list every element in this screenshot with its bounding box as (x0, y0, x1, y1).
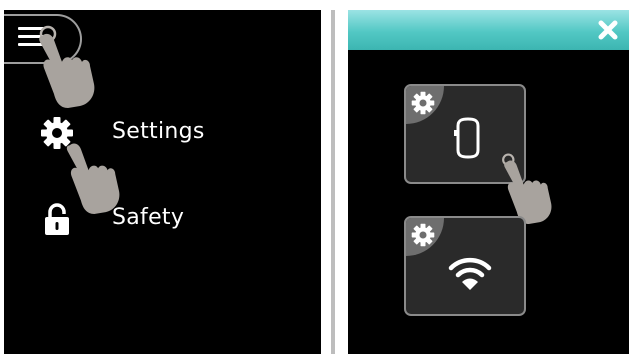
close-icon[interactable] (597, 19, 619, 41)
gear-icon (411, 223, 435, 247)
menu-item-label: Safety (112, 205, 185, 230)
settings-header (348, 10, 629, 50)
wifi-icon (448, 257, 492, 290)
gear-icon (411, 91, 435, 115)
panel-divider (331, 10, 335, 354)
main-menu-panel: Settings Safety (4, 10, 321, 354)
watch-icon (454, 117, 480, 159)
menu-item-safety[interactable]: Safety (40, 200, 240, 240)
lock-icon (45, 203, 69, 235)
settings-panel (348, 10, 629, 354)
wifi-settings-tile[interactable] (404, 216, 526, 316)
tap-hand-icon (39, 25, 95, 108)
